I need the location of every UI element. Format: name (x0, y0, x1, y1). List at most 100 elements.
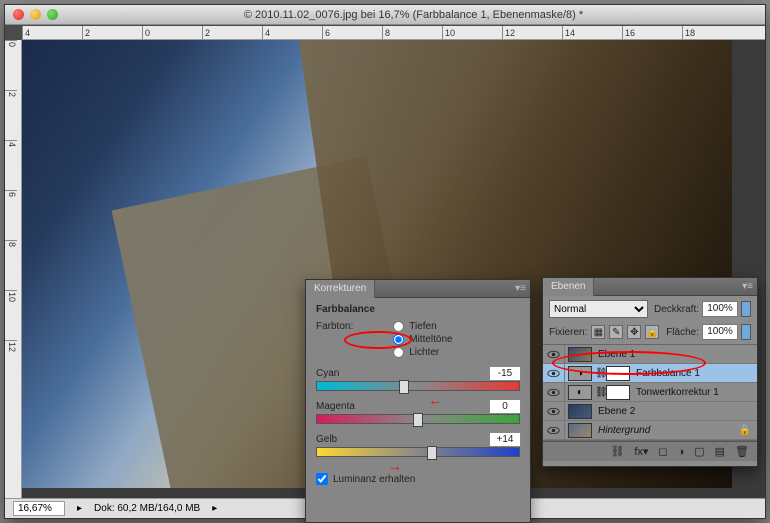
lock-transparency-icon[interactable]: ▦ (591, 325, 605, 339)
panel-menu-icon[interactable]: ▾≡ (515, 283, 526, 294)
luminanz-checkbox[interactable] (316, 473, 328, 485)
radio-mitteltoene[interactable]: Mitteltöne (393, 334, 452, 345)
panel-header[interactable]: Ebenen ▾≡ (543, 278, 757, 296)
ruler-tick: 16 (622, 26, 682, 39)
slider-label-left: Gelb (316, 434, 337, 445)
adjustment-layer-icon[interactable]: ◑ (678, 446, 685, 458)
layer-row[interactable]: ◐ ⛓ Tonwertkorrektur 1 (543, 383, 757, 402)
fill-field[interactable]: Fläche:100% (666, 324, 751, 340)
luminanz-label: Luminanz erhalten (333, 474, 415, 485)
layer-thumbnail[interactable] (568, 347, 592, 362)
mask-icon[interactable]: ◻ (658, 445, 667, 458)
farbton-label: Farbton: (316, 321, 353, 332)
lock-paint-icon[interactable]: ✎ (609, 325, 623, 339)
chevron-down-icon[interactable] (741, 324, 751, 340)
radio-tiefen[interactable]: Tiefen (393, 321, 452, 332)
blend-mode-select[interactable]: Normal (549, 300, 648, 318)
slider-value[interactable]: 0 (489, 399, 521, 414)
panel-header[interactable]: Korrekturen ▾≡ (306, 280, 530, 298)
adjustment-icon[interactable]: ◐ (568, 385, 592, 400)
close-icon[interactable] (13, 9, 24, 20)
ruler-tick: 10 (5, 290, 17, 340)
tab-korrekturen[interactable]: Korrekturen (306, 280, 375, 298)
slider-track[interactable]: -15 ← (316, 381, 520, 391)
fill-value[interactable]: 100% (702, 324, 738, 340)
layer-name[interactable]: Farbbalance 1 (636, 368, 700, 379)
radio-lichter-input[interactable] (393, 347, 404, 358)
slider-knob[interactable] (427, 446, 437, 460)
window-controls (13, 9, 58, 20)
slider-magenta-gruen: MagentaGrün 0 (316, 401, 520, 424)
visibility-toggle[interactable] (543, 364, 565, 382)
lock-move-icon[interactable]: ✥ (627, 325, 641, 339)
slider-cyan-rot: CyanRot -15 ← (316, 368, 520, 391)
layer-mask-thumbnail[interactable] (606, 366, 630, 381)
slider-track[interactable]: +14 → (316, 447, 520, 457)
layer-row[interactable]: ◑ ⛓ Farbbalance 1 (543, 364, 757, 383)
layers-panel: Ebenen ▾≡ Normal Deckkraft:100% Fixieren… (542, 277, 758, 467)
layer-name[interactable]: Tonwertkorrektur 1 (636, 387, 719, 398)
opacity-field[interactable]: Deckkraft:100% (654, 301, 751, 317)
ruler-horizontal[interactable]: 42024681012141618 (22, 26, 765, 40)
radio-mitteltoene-input[interactable] (393, 334, 404, 345)
layer-thumbnail[interactable] (568, 404, 592, 419)
ruler-tick: 6 (322, 26, 382, 39)
radio-label: Mitteltöne (409, 334, 452, 345)
arrow-icon[interactable]: ▸ (212, 503, 217, 514)
link-icon[interactable]: ⛓ (595, 368, 603, 379)
luminanz-row[interactable]: Luminanz erhalten (316, 473, 520, 485)
link-layers-icon[interactable]: ⛓ (610, 445, 624, 458)
ruler-tick: 8 (5, 240, 17, 290)
layer-name[interactable]: Hintergrund (598, 425, 650, 436)
layer-thumbnail[interactable] (568, 423, 592, 438)
radio-lichter[interactable]: Lichter (393, 347, 452, 358)
slider-track[interactable]: 0 (316, 414, 520, 424)
eye-icon (547, 369, 560, 378)
eye-icon (547, 407, 560, 416)
visibility-toggle[interactable] (543, 402, 565, 420)
lock-buttons: ▦ ✎ ✥ 🔒 (591, 325, 659, 339)
slider-knob[interactable] (399, 380, 409, 394)
layer-row[interactable]: Ebene 2 (543, 402, 757, 421)
visibility-toggle[interactable] (543, 421, 565, 439)
lock-icon: 🔒 (739, 425, 751, 436)
visibility-toggle[interactable] (543, 383, 565, 401)
ruler-vertical[interactable]: 024681012 (5, 40, 22, 498)
layer-mask-thumbnail[interactable] (606, 385, 630, 400)
zoom-input[interactable]: 16,67% (13, 501, 65, 516)
doc-size-label: Dok: 60,2 MB/164,0 MB (94, 503, 200, 514)
fx-icon[interactable]: fx▾ (634, 445, 648, 458)
layer-row[interactable]: Hintergrund 🔒 (543, 421, 757, 440)
link-icon[interactable]: ⛓ (595, 387, 603, 398)
tab-ebenen[interactable]: Ebenen (543, 278, 594, 296)
slider-knob[interactable] (413, 413, 423, 427)
ruler-tick: 4 (5, 140, 17, 190)
window-title: © 2010.11.02_0076.jpg bei 16,7% (Farbbal… (70, 9, 757, 21)
arrow-icon[interactable]: ▸ (77, 503, 82, 514)
slider-value[interactable]: +14 (489, 432, 521, 447)
ruler-tick: 10 (442, 26, 502, 39)
chevron-down-icon[interactable] (741, 301, 751, 317)
adjustments-panel: Korrekturen ▾≡ Farbbalance Farbton: Tief… (305, 279, 531, 523)
ruler-tick: 2 (202, 26, 262, 39)
ruler-tick: 4 (262, 26, 322, 39)
layer-row[interactable]: Ebene 1 (543, 345, 757, 364)
ruler-tick: 12 (5, 340, 17, 390)
slider-value[interactable]: -15 (489, 366, 521, 381)
minimize-icon[interactable] (30, 9, 41, 20)
maximize-icon[interactable] (47, 9, 58, 20)
adjustment-icon[interactable]: ◑ (568, 366, 592, 381)
panel-menu-icon[interactable]: ▾≡ (742, 281, 753, 292)
lock-all-icon[interactable]: 🔒 (645, 325, 659, 339)
opacity-value[interactable]: 100% (702, 301, 738, 317)
delete-layer-icon[interactable]: 🗑 (735, 445, 749, 458)
layer-name[interactable]: Ebene 1 (598, 349, 635, 360)
radio-tiefen-input[interactable] (393, 321, 404, 332)
group-icon[interactable]: ▢ (694, 445, 704, 458)
new-layer-icon[interactable]: ▤ (715, 445, 725, 458)
lock-label: Fixieren: (549, 327, 587, 338)
visibility-toggle[interactable] (543, 345, 565, 363)
layer-name[interactable]: Ebene 2 (598, 406, 635, 417)
opacity-label: Deckkraft: (654, 304, 699, 315)
eye-icon (547, 426, 560, 435)
